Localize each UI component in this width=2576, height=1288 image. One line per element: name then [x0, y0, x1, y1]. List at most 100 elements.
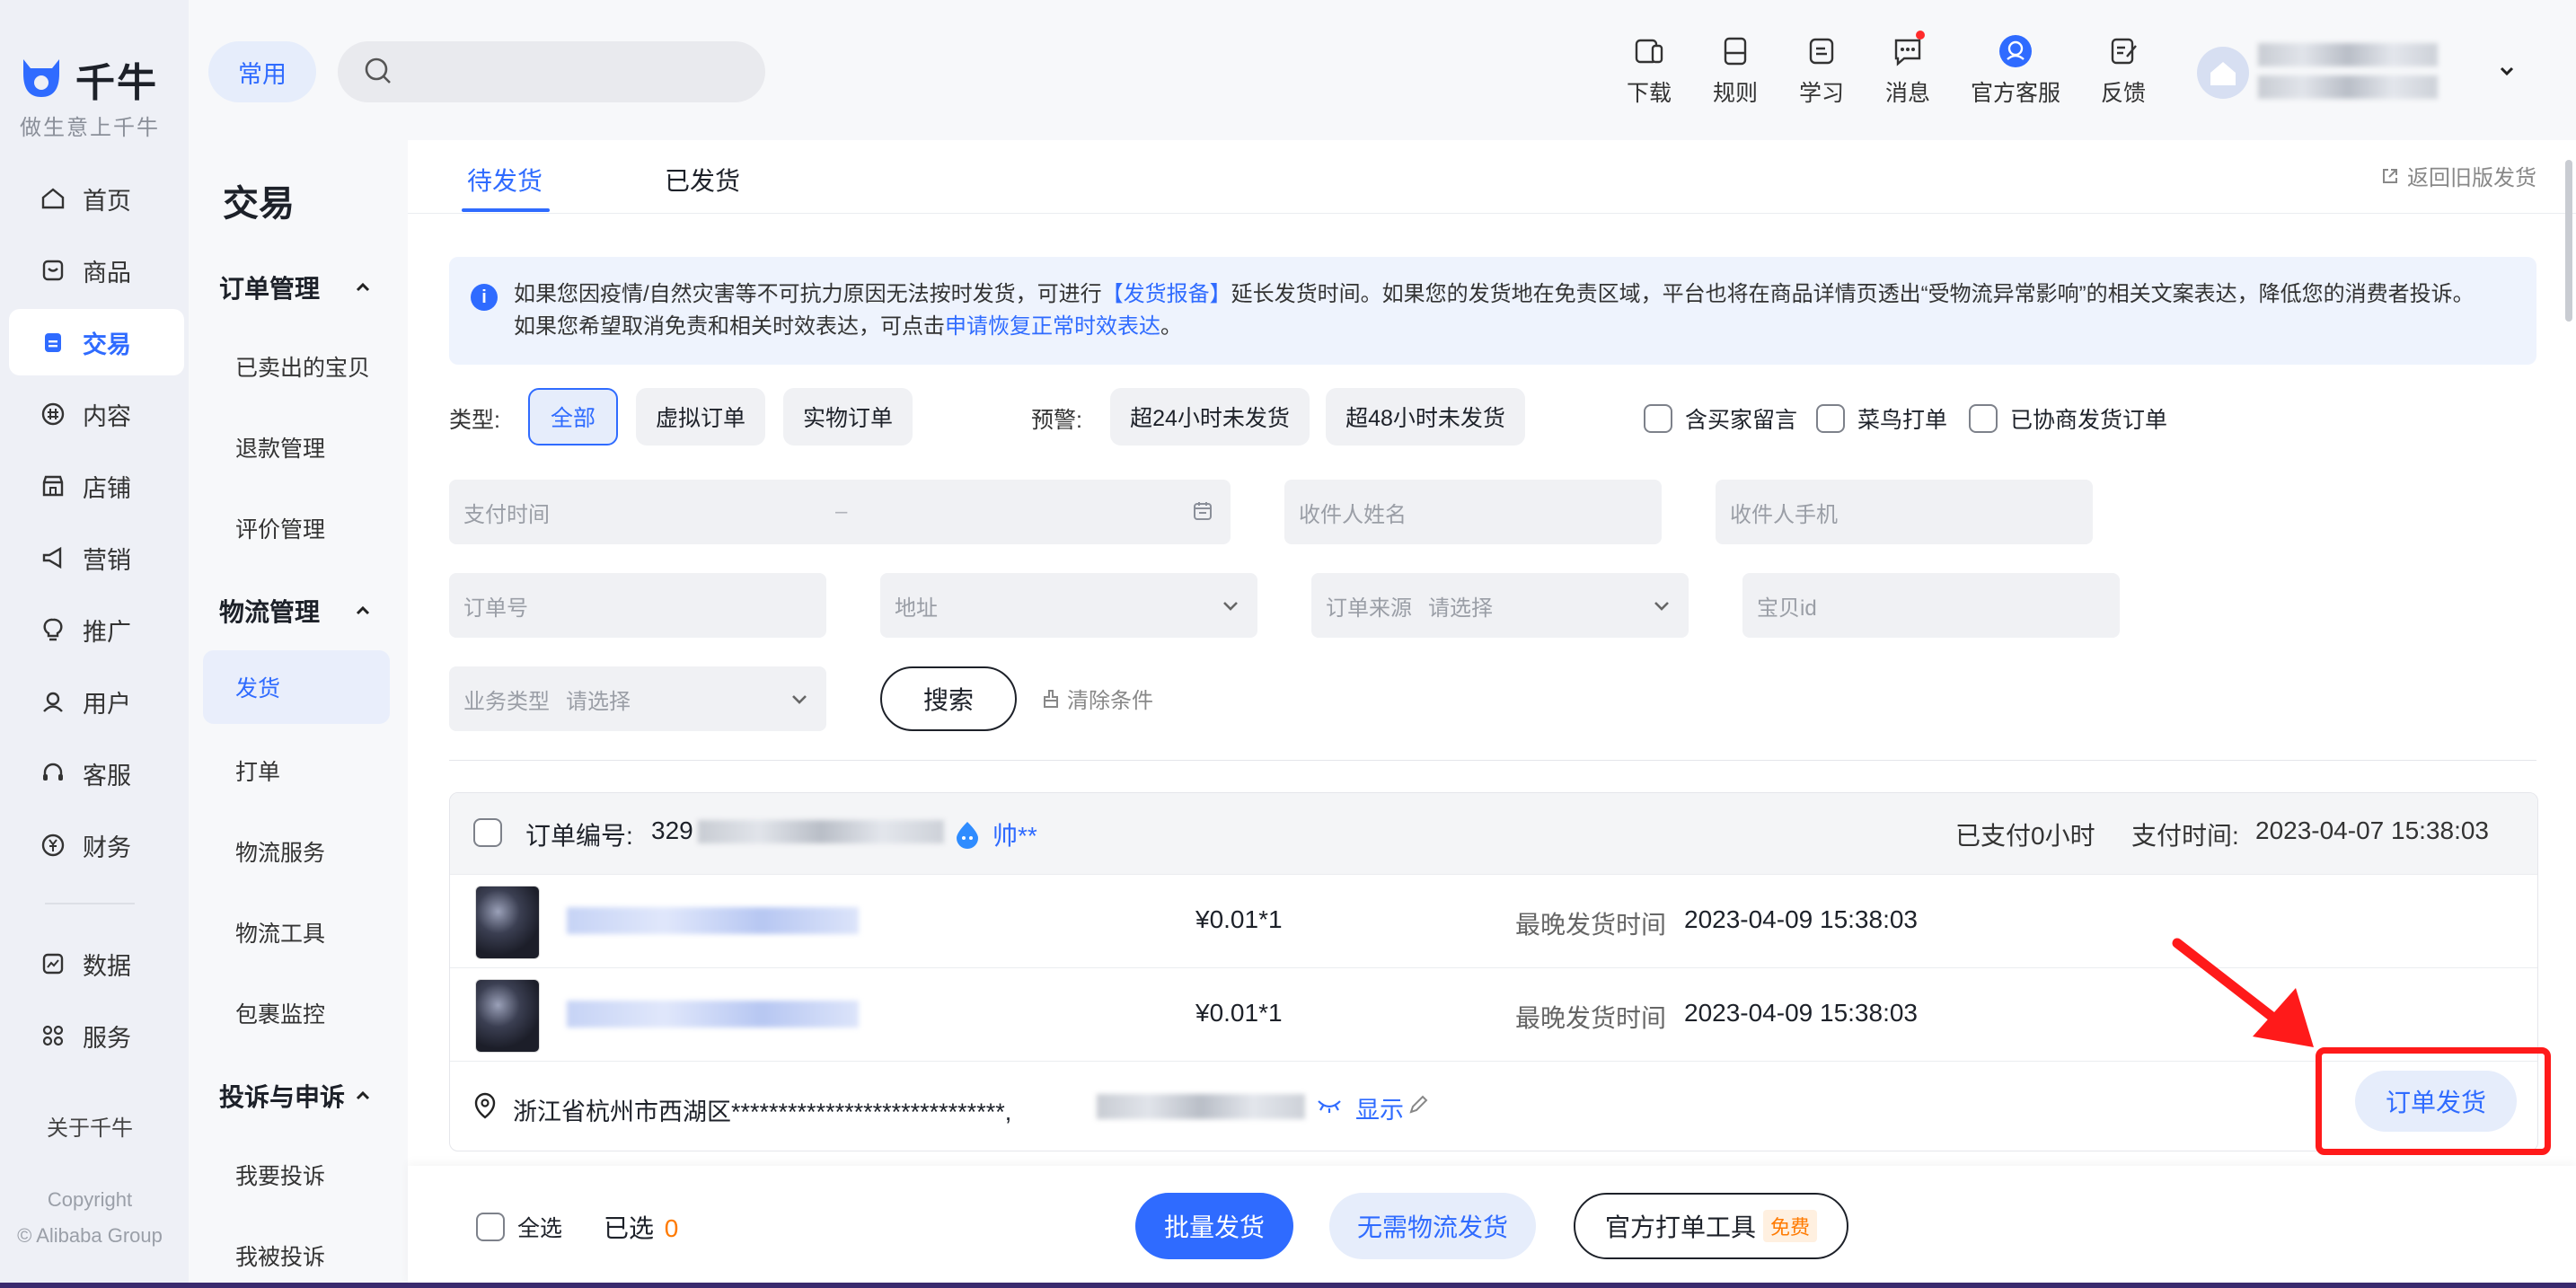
checkbox-label: 菜鸟打单 [1857, 408, 1948, 433]
subnav-item-print[interactable]: 打单 [235, 754, 280, 787]
nav-item-home[interactable]: 首页 [9, 165, 184, 232]
product-title-redacted[interactable] [567, 1001, 859, 1028]
group-logistics-management[interactable]: 物流管理 [219, 593, 372, 629]
order-source-select[interactable]: 订单来源 请选择 [1311, 573, 1689, 638]
nav-item-users[interactable]: 用户 [9, 668, 184, 735]
subnav-item-review[interactable]: 评价管理 [235, 512, 325, 544]
nav-label: 内容 [83, 402, 131, 430]
avatar[interactable] [2197, 47, 2249, 99]
nav-item-finance[interactable]: 财务 [9, 812, 184, 878]
tool-download[interactable]: 下载 [1604, 34, 1694, 108]
select-all-checkbox[interactable]: 全选 [476, 1211, 562, 1243]
field-placeholder: 收件人姓名 [1299, 502, 1407, 527]
order-number-input[interactable]: 订单号 [449, 573, 826, 638]
warn-24h-chip[interactable]: 超24小时未发货 [1110, 388, 1310, 446]
negotiated-shipment-checkbox[interactable]: 已协商发货订单 [1969, 402, 2167, 435]
shop-icon [40, 472, 66, 499]
item-id-input[interactable]: 宝贝id [1742, 573, 2120, 638]
subnav-item-ship[interactable]: 发货 [203, 650, 390, 724]
edit-pencil-icon[interactable] [1407, 1094, 1429, 1116]
receiver-name-input[interactable]: 收件人姓名 [1284, 480, 1662, 544]
tool-learn[interactable]: 学习 [1777, 34, 1866, 108]
cainiao-print-checkbox[interactable]: 菜鸟打单 [1816, 402, 1947, 435]
order-select-checkbox[interactable] [473, 818, 502, 847]
checkbox-box[interactable] [1816, 404, 1845, 433]
tab-shipped[interactable]: 已发货 [665, 162, 740, 198]
tab-active-indicator [462, 208, 550, 212]
section-title: 交易 [223, 184, 295, 224]
notice-text: 如果您因疫情/自然灾害等不可抗力原因无法按时发货，可进行【发货报备】延长发货时间… [514, 278, 2517, 343]
notice-part: 。 [1160, 314, 1182, 339]
batch-ship-button[interactable]: 批量发货 [1135, 1193, 1293, 1259]
pay-time-label: 支付时间: [2131, 822, 2239, 850]
subnav-item-logistics-tools[interactable]: 物流工具 [235, 916, 325, 948]
product-thumbnail[interactable] [475, 886, 540, 959]
nav-item-service[interactable]: 客服 [9, 740, 184, 807]
nav-item-marketing[interactable]: 营销 [9, 525, 184, 591]
tool-feedback[interactable]: 反馈 [2078, 34, 2168, 108]
show-info-link[interactable]: 显示 [1355, 1090, 1404, 1125]
buyer-message-checkbox[interactable]: 含买家留言 [1644, 402, 1797, 435]
no-logistics-ship-button[interactable]: 无需物流发货 [1329, 1193, 1536, 1259]
message-badge [1916, 31, 1925, 40]
type-physical-chip[interactable]: 实物订单 [783, 388, 913, 446]
nav-label: 交易 [83, 331, 131, 358]
chevron-down-icon[interactable] [2497, 61, 2517, 85]
restore-timeliness-link[interactable]: 申请恢复正常时效表达 [945, 314, 1160, 339]
group-complaints[interactable]: 投诉与申诉 [219, 1078, 372, 1114]
old-version-link[interactable]: 返回旧版发货 [2380, 160, 2536, 191]
checkbox-box[interactable] [1969, 404, 1998, 433]
order-header: 订单编号: 329 帅** 已支付0小时 支付时间: 2023-04-07 15… [450, 793, 2537, 874]
calendar-icon[interactable] [1191, 499, 1214, 523]
tool-official-service[interactable]: 官方客服 [1971, 34, 2060, 108]
chevron-down-icon [1654, 602, 1669, 611]
buyer-name[interactable]: 帅** [992, 816, 1037, 852]
subnav-item-sold[interactable]: 已卖出的宝贝 [235, 350, 370, 383]
common-button[interactable]: 常用 [208, 41, 316, 102]
chevron-up-icon [356, 282, 370, 292]
subnav-item-received-complaint[interactable]: 我被投诉 [235, 1239, 325, 1272]
tool-rules[interactable]: 规则 [1690, 34, 1780, 108]
group-order-management[interactable]: 订单管理 [219, 269, 372, 305]
nav-item-trade[interactable]: 交易 [9, 309, 184, 375]
red-arrow-annotation [2172, 938, 2314, 1047]
nav-item-shop[interactable]: 店铺 [9, 453, 184, 519]
report-shipment-link[interactable]: 【发货报备】 [1102, 282, 1231, 306]
nav-item-promotion[interactable]: 推广 [9, 596, 184, 663]
vertical-scrollbar[interactable] [2565, 160, 2572, 322]
nav-item-content[interactable]: 内容 [9, 381, 184, 447]
selected-label: 已选 [604, 1214, 655, 1242]
checkbox-box[interactable] [476, 1213, 505, 1241]
clear-conditions-button[interactable]: 清除条件 [1040, 683, 1153, 714]
subnav-item-logistics-service[interactable]: 物流服务 [235, 835, 325, 868]
checkbox-label: 含买家留言 [1685, 408, 1798, 433]
official-print-tool-button[interactable]: 官方打单工具 免费 [1574, 1193, 1848, 1259]
product-title-redacted[interactable] [567, 907, 859, 934]
eye-closed-icon[interactable] [1316, 1098, 1343, 1116]
subnav-item-package-monitor[interactable]: 包裹监控 [235, 997, 325, 1029]
search-input[interactable] [338, 41, 765, 102]
checkbox-box[interactable] [1644, 404, 1672, 433]
item-price: ¥0.01*1 [1195, 999, 1283, 1027]
product-thumbnail[interactable] [475, 979, 540, 1053]
business-type-select[interactable]: 业务类型 请选择 [449, 666, 826, 731]
logo[interactable]: 千牛 [18, 50, 158, 108]
subnav-item-file-complaint[interactable]: 我要投诉 [235, 1159, 325, 1191]
tab-pending-shipment[interactable]: 待发货 [467, 162, 543, 198]
nav-label: 服务 [83, 1024, 131, 1052]
chart-icon [40, 950, 66, 977]
nav-item-services[interactable]: 服务 [9, 1002, 184, 1069]
wangwang-chat-icon[interactable] [953, 820, 982, 849]
type-virtual-chip[interactable]: 虚拟订单 [636, 388, 765, 446]
about-link[interactable]: 关于千牛 [47, 1110, 133, 1142]
nav-item-goods[interactable]: 商品 [9, 237, 184, 304]
search-button[interactable]: 搜索 [880, 666, 1017, 731]
warn-48h-chip[interactable]: 超48小时未发货 [1326, 388, 1525, 446]
type-all-chip[interactable]: 全部 [528, 388, 618, 446]
nav-item-data[interactable]: 数据 [9, 931, 184, 997]
address-select[interactable]: 地址 [880, 573, 1257, 638]
subnav-item-refund[interactable]: 退款管理 [235, 431, 325, 463]
pay-time-range-input[interactable]: 支付时间 – [449, 480, 1231, 544]
tool-message[interactable]: 消息 [1863, 31, 1953, 108]
receiver-phone-input[interactable]: 收件人手机 [1716, 480, 2093, 544]
